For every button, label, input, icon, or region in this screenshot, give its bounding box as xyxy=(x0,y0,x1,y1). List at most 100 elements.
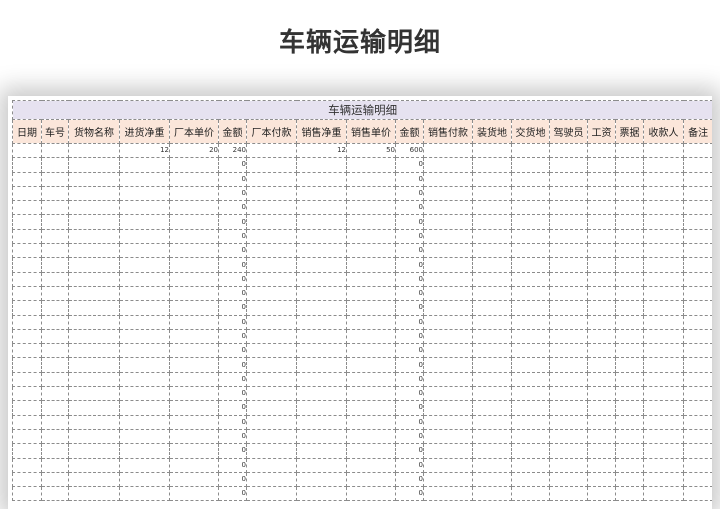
table-cell[interactable] xyxy=(346,271,396,287)
column-header[interactable]: 交货地 xyxy=(511,119,550,144)
table-cell[interactable] xyxy=(423,471,473,488)
table-cell[interactable] xyxy=(346,300,396,316)
table-cell[interactable] xyxy=(587,328,616,345)
table-cell[interactable] xyxy=(587,357,616,373)
table-cell[interactable] xyxy=(346,343,396,359)
table-cell[interactable] xyxy=(346,314,396,330)
table-cell[interactable] xyxy=(643,428,684,445)
table-cell[interactable] xyxy=(12,200,42,216)
table-cell[interactable] xyxy=(549,314,588,330)
table-cell[interactable] xyxy=(296,443,347,459)
table-cell[interactable] xyxy=(41,228,69,245)
table-cell[interactable] xyxy=(615,357,644,373)
table-cell[interactable] xyxy=(68,200,120,216)
table-cell[interactable] xyxy=(587,257,616,273)
table-cell[interactable] xyxy=(643,414,684,430)
table-cell[interactable] xyxy=(549,457,588,473)
table-cell[interactable]: 0 xyxy=(395,486,424,502)
table-cell[interactable] xyxy=(423,314,473,330)
table-cell[interactable] xyxy=(119,428,170,445)
table-cell[interactable] xyxy=(682,314,712,330)
table-cell[interactable] xyxy=(346,414,396,430)
table-cell[interactable] xyxy=(68,185,120,202)
table-cell[interactable] xyxy=(682,185,712,202)
table-cell[interactable] xyxy=(511,471,550,488)
table-cell[interactable] xyxy=(643,200,684,216)
table-cell[interactable] xyxy=(12,428,42,445)
table-cell[interactable] xyxy=(68,457,120,473)
table-cell[interactable] xyxy=(643,271,684,287)
table-cell[interactable] xyxy=(549,486,588,502)
column-header[interactable]: 销售付款 xyxy=(423,119,473,144)
table-cell[interactable] xyxy=(169,328,219,345)
table-cell[interactable] xyxy=(68,314,120,330)
table-cell[interactable] xyxy=(246,243,297,259)
table-cell[interactable] xyxy=(549,443,588,459)
table-cell[interactable] xyxy=(169,228,219,245)
table-cell[interactable] xyxy=(615,486,644,502)
table-cell[interactable] xyxy=(643,486,684,502)
table-cell[interactable] xyxy=(41,185,69,202)
table-cell[interactable] xyxy=(246,271,297,287)
table-cell[interactable] xyxy=(119,185,170,202)
table-cell[interactable] xyxy=(68,386,120,402)
table-cell[interactable]: 0 xyxy=(218,314,247,330)
table-cell[interactable] xyxy=(41,414,69,430)
table-cell[interactable] xyxy=(511,386,550,402)
table-cell[interactable] xyxy=(682,400,712,416)
table-cell[interactable]: 0 xyxy=(395,228,424,245)
column-header[interactable]: 收款人 xyxy=(643,119,684,144)
table-cell[interactable] xyxy=(549,343,588,359)
table-cell[interactable] xyxy=(682,228,712,245)
table-cell[interactable] xyxy=(643,386,684,402)
table-cell[interactable] xyxy=(615,443,644,459)
table-cell[interactable]: 0 xyxy=(395,185,424,202)
table-cell[interactable] xyxy=(12,471,42,488)
table-cell[interactable] xyxy=(423,400,473,416)
table-cell[interactable]: 0 xyxy=(395,371,424,388)
table-cell[interactable] xyxy=(472,300,512,316)
table-cell[interactable] xyxy=(682,200,712,216)
table-cell[interactable] xyxy=(246,257,297,273)
table-cell[interactable] xyxy=(423,371,473,388)
table-cell[interactable] xyxy=(615,142,644,159)
table-cell[interactable] xyxy=(68,142,120,159)
table-cell[interactable] xyxy=(587,271,616,287)
table-cell[interactable] xyxy=(119,243,170,259)
table-cell[interactable]: 0 xyxy=(395,314,424,330)
table-cell[interactable] xyxy=(246,214,297,230)
table-cell[interactable]: 0 xyxy=(218,371,247,388)
table-cell[interactable] xyxy=(511,271,550,287)
table-cell[interactable] xyxy=(682,285,712,302)
table-cell[interactable] xyxy=(169,414,219,430)
column-header[interactable]: 金额 xyxy=(395,119,424,144)
table-cell[interactable] xyxy=(472,285,512,302)
table-cell[interactable] xyxy=(511,243,550,259)
table-cell[interactable]: 0 xyxy=(395,243,424,259)
table-cell[interactable] xyxy=(423,328,473,345)
column-header[interactable]: 金额 xyxy=(218,119,247,144)
table-cell[interactable] xyxy=(549,157,588,173)
column-header[interactable]: 货物名称 xyxy=(68,119,120,144)
table-cell[interactable]: 0 xyxy=(218,185,247,202)
table-cell[interactable] xyxy=(346,185,396,202)
table-cell[interactable] xyxy=(511,371,550,388)
table-cell[interactable] xyxy=(169,400,219,416)
table-cell[interactable] xyxy=(246,185,297,202)
table-cell[interactable] xyxy=(246,171,297,187)
table-cell[interactable] xyxy=(169,457,219,473)
table-cell[interactable] xyxy=(296,300,347,316)
table-cell[interactable] xyxy=(12,257,42,273)
table-cell[interactable] xyxy=(296,343,347,359)
column-header[interactable]: 备注 xyxy=(682,119,712,144)
table-cell[interactable] xyxy=(615,243,644,259)
table-cell[interactable] xyxy=(41,300,69,316)
table-cell[interactable] xyxy=(68,214,120,230)
table-cell[interactable] xyxy=(511,285,550,302)
table-cell[interactable] xyxy=(41,214,69,230)
table-cell[interactable] xyxy=(41,371,69,388)
table-cell[interactable] xyxy=(643,457,684,473)
table-cell[interactable] xyxy=(12,314,42,330)
table-cell[interactable]: 0 xyxy=(218,457,247,473)
table-cell[interactable] xyxy=(296,157,347,173)
